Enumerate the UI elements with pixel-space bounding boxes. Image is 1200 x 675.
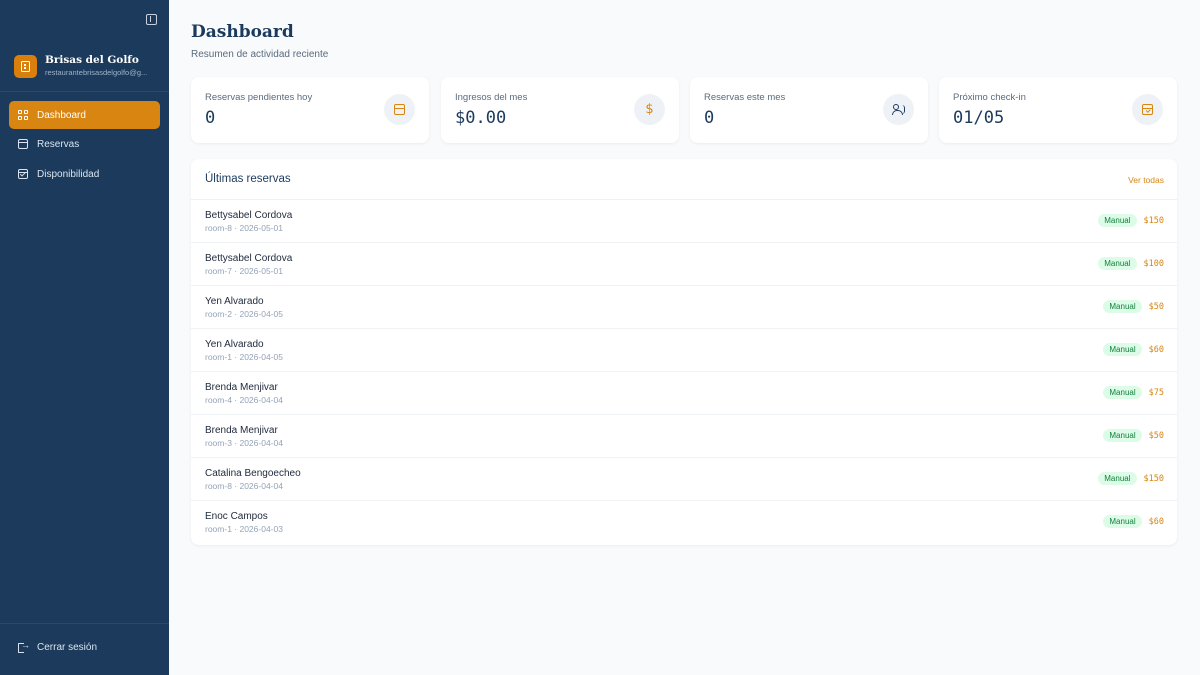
brand-name: Brisas del Golfo [45,54,139,66]
booking-price: $100 [1143,258,1164,269]
guest-name: Catalina Bengoecheo [205,468,301,479]
guest-name: Brenda Menjivar [205,425,278,436]
calendar-check-icon [18,169,28,179]
booking-price: $60 [1148,344,1164,355]
list-item[interactable]: Yen Alvarado room-2 · 2026-04-05 Manual $… [191,286,1177,329]
calendar-icon [384,94,415,125]
list-item[interactable]: Yen Alvarado room-1 · 2026-04-05 Manual $… [191,329,1177,372]
list-item[interactable]: Enoc Campos room-1 · 2026-04-03 Manual $6… [191,501,1177,544]
sidebar-item-dashboard[interactable]: Dashboard [9,101,160,129]
source-badge: Manual [1103,343,1142,356]
sidebar-item-label: Reservas [37,138,80,150]
booking-meta: room-7 · 2026-05-01 [205,266,283,276]
calendar-icon [18,139,28,149]
booking-price: $75 [1148,387,1164,398]
source-badge: Manual [1103,386,1142,399]
stat-card-pending-today: Reservas pendientes hoy 0 [191,77,429,143]
sidebar-item-label: Dashboard [37,109,86,121]
building-icon [14,54,37,78]
source-badge: Manual [1103,515,1142,528]
stat-value: 01/05 [953,108,1005,128]
stat-value: $0.00 [455,108,507,128]
sidebar-item-reservas[interactable]: Reservas [9,130,160,158]
stat-card-monthly-income: Ingresos del mes $0.00 $ [441,77,679,143]
list-item[interactable]: Catalina Bengoecheo room-8 · 2026-04-04 … [191,458,1177,501]
guest-name: Bettysabel Cordova [205,210,293,221]
booking-meta: room-4 · 2026-04-04 [205,395,283,405]
logout-label: Cerrar sesión [37,642,98,653]
card-header: Últimas reservas Ver todas [191,159,1177,200]
list-item[interactable]: Bettysabel Cordova room-7 · 2026-05-01 M… [191,243,1177,286]
list-item[interactable]: Brenda Menjivar room-3 · 2026-04-04 Manu… [191,415,1177,458]
brand: Brisas del Golfo restaurantebrisasdelgol… [14,54,153,78]
logout-button[interactable]: Cerrar sesión [18,640,98,653]
source-badge: Manual [1103,300,1142,313]
source-badge: Manual [1098,472,1137,485]
booking-meta: room-8 · 2026-05-01 [205,223,283,233]
booking-price: $150 [1143,215,1164,226]
source-badge: Manual [1098,257,1137,270]
sidebar-toggle-icon[interactable] [146,14,157,25]
source-badge: Manual [1103,429,1142,442]
booking-price: $60 [1148,516,1164,527]
sidebar-divider [0,623,169,624]
stat-card-monthly-bookings: Reservas este mes 0 [690,77,928,143]
users-icon [883,94,914,125]
stat-label: Reservas pendientes hoy [205,92,313,103]
stat-value: 0 [205,108,216,128]
calendar-check-icon [1132,94,1163,125]
sidebar: Brisas del Golfo restaurantebrisasdelgol… [0,0,169,675]
card-title: Últimas reservas [205,173,291,185]
booking-meta: room-3 · 2026-04-04 [205,438,283,448]
stat-label: Próximo check-in [953,92,1026,103]
booking-meta: room-1 · 2026-04-05 [205,352,283,362]
booking-price: $150 [1143,473,1164,484]
booking-meta: room-8 · 2026-04-04 [205,481,283,491]
stat-card-next-checkin: Próximo check-in 01/05 [939,77,1177,143]
stat-label: Ingresos del mes [455,92,528,103]
booking-price: $50 [1148,301,1164,312]
guest-name: Brenda Menjivar [205,382,278,393]
booking-price: $50 [1148,430,1164,441]
source-badge: Manual [1098,214,1137,227]
page-subtitle: Resumen de actividad reciente [191,49,329,60]
sidebar-divider [0,91,169,92]
logout-icon [18,640,30,653]
page-title: Dashboard [191,22,294,42]
stat-value: 0 [704,108,715,128]
dollar-icon: $ [634,94,665,125]
list-item[interactable]: Bettysabel Cordova room-8 · 2026-05-01 M… [191,200,1177,243]
grid-icon [18,110,28,120]
bookings-list: Bettysabel Cordova room-8 · 2026-05-01 M… [191,200,1177,544]
brand-email: restaurantebrisasdelgolfo@g... [45,68,148,77]
stat-label: Reservas este mes [704,92,786,103]
sidebar-item-disponibilidad[interactable]: Disponibilidad [9,160,160,188]
view-all-link[interactable]: Ver todas [1128,175,1164,185]
sidebar-item-label: Disponibilidad [37,168,100,180]
guest-name: Bettysabel Cordova [205,253,293,264]
guest-name: Yen Alvarado [205,296,264,307]
booking-meta: room-2 · 2026-04-05 [205,309,283,319]
guest-name: Enoc Campos [205,511,268,522]
recent-bookings-card: Últimas reservas Ver todas Bettysabel Co… [191,159,1177,545]
list-item[interactable]: Brenda Menjivar room-4 · 2026-04-04 Manu… [191,372,1177,415]
booking-meta: room-1 · 2026-04-03 [205,524,283,534]
guest-name: Yen Alvarado [205,339,264,350]
